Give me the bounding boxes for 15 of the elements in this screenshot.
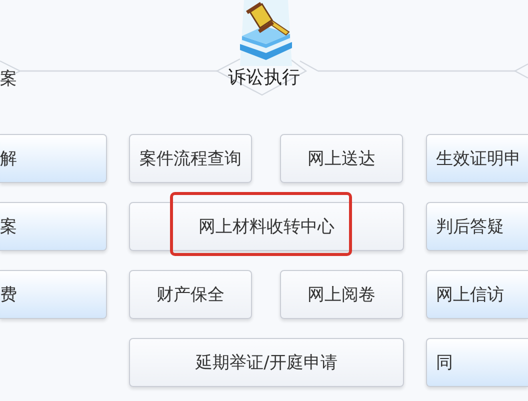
service-button[interactable]: 财产保全 (129, 270, 252, 319)
service-button[interactable]: 网上阅卷 (280, 270, 403, 319)
service-button[interactable]: 判后答疑 (426, 202, 528, 251)
service-button[interactable]: 费 (0, 270, 107, 319)
section-title: 案 (0, 68, 17, 90)
service-button[interactable]: 延期举证/开庭申请 (129, 338, 404, 387)
service-button[interactable]: 解 (0, 134, 107, 183)
service-button[interactable]: 生效证明申 (426, 134, 528, 183)
service-button[interactable]: 网上材料收转中心 (129, 202, 404, 251)
service-button[interactable]: 案件流程查询 (129, 134, 252, 183)
service-button[interactable]: 网上信访 (426, 270, 528, 319)
service-button[interactable]: 网上送达 (280, 134, 403, 183)
service-button[interactable]: 案 (0, 202, 107, 251)
section-title: 诉讼执行 (228, 66, 300, 90)
service-button[interactable]: 同 (426, 338, 528, 387)
